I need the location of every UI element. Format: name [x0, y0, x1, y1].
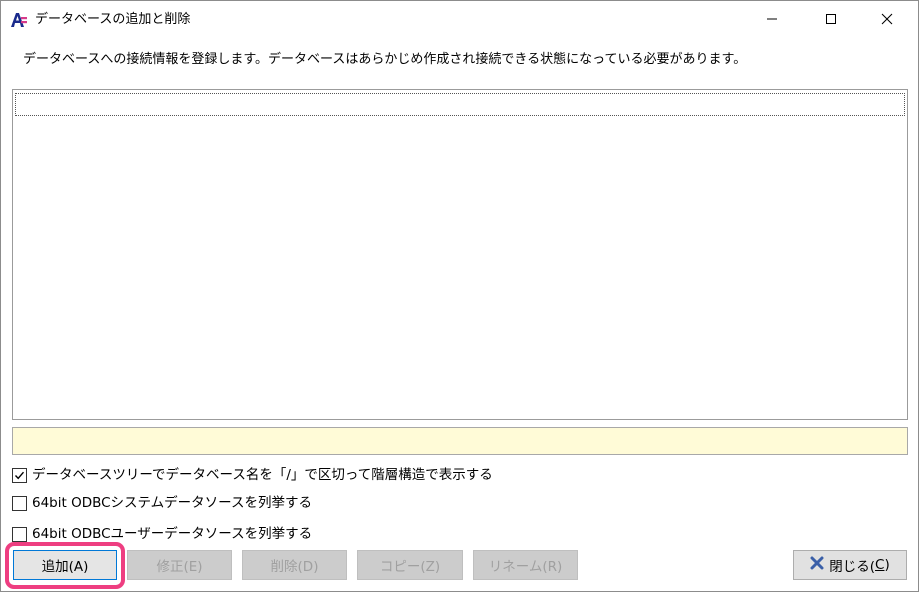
close-button[interactable]: 閉じる(C) [793, 550, 907, 580]
odbc-user-64-option[interactable]: 64bit ODBCユーザーデータソースを列挙する [12, 524, 312, 544]
description-text: データベースへの接続情報を登録します。データベースはあらかじめ作成され接続できる… [23, 52, 747, 67]
app-logo-icon [10, 11, 28, 29]
list-focus-row[interactable] [15, 93, 905, 116]
rename-button[interactable]: リネーム(R) [473, 550, 578, 580]
close-button-label-prefix: 閉じる( [829, 559, 876, 575]
tree-view-option[interactable]: データベースツリーでデータベース名を「/」で区切って階層構造で表示する [12, 465, 493, 485]
window-title: データベースの追加と削除 [35, 12, 191, 27]
odbc-system-64-option[interactable]: 64bit ODBCシステムデータソースを列挙する [12, 493, 312, 513]
close-window-button[interactable] [864, 1, 910, 37]
tree-view-label[interactable]: データベースツリーでデータベース名を「/」で区切って階層構造で表示する [32, 466, 493, 484]
close-button-label-suffix: ) [884, 557, 890, 573]
close-x-icon [810, 556, 824, 574]
database-add-remove-dialog: データベースの追加と削除 データベースへの接続情報を登録します。データベースはあ… [0, 0, 919, 592]
delete-button[interactable]: 削除(D) [242, 550, 347, 580]
title-bar[interactable]: データベースの追加と削除 [1, 1, 918, 39]
maximize-icon [825, 13, 837, 25]
odbc-system-64-label[interactable]: 64bit ODBCシステムデータソースを列挙する [32, 494, 312, 512]
copy-button[interactable]: コピー(Z) [357, 550, 463, 580]
edit-button[interactable]: 修正(E) [127, 550, 232, 580]
minimize-button[interactable] [749, 1, 795, 37]
minimize-icon [766, 13, 778, 25]
odbc-user-64-label[interactable]: 64bit ODBCユーザーデータソースを列挙する [32, 525, 312, 543]
odbc-system-64-checkbox[interactable] [12, 495, 27, 511]
maximize-button[interactable] [808, 1, 854, 37]
close-button-mnemonic: C [875, 557, 885, 573]
status-field [12, 427, 908, 455]
close-icon [881, 13, 893, 25]
database-list[interactable] [12, 89, 908, 420]
add-button[interactable]: 追加(A) [13, 550, 117, 580]
tree-view-checkbox[interactable] [12, 467, 27, 483]
odbc-user-64-checkbox[interactable] [12, 526, 27, 542]
